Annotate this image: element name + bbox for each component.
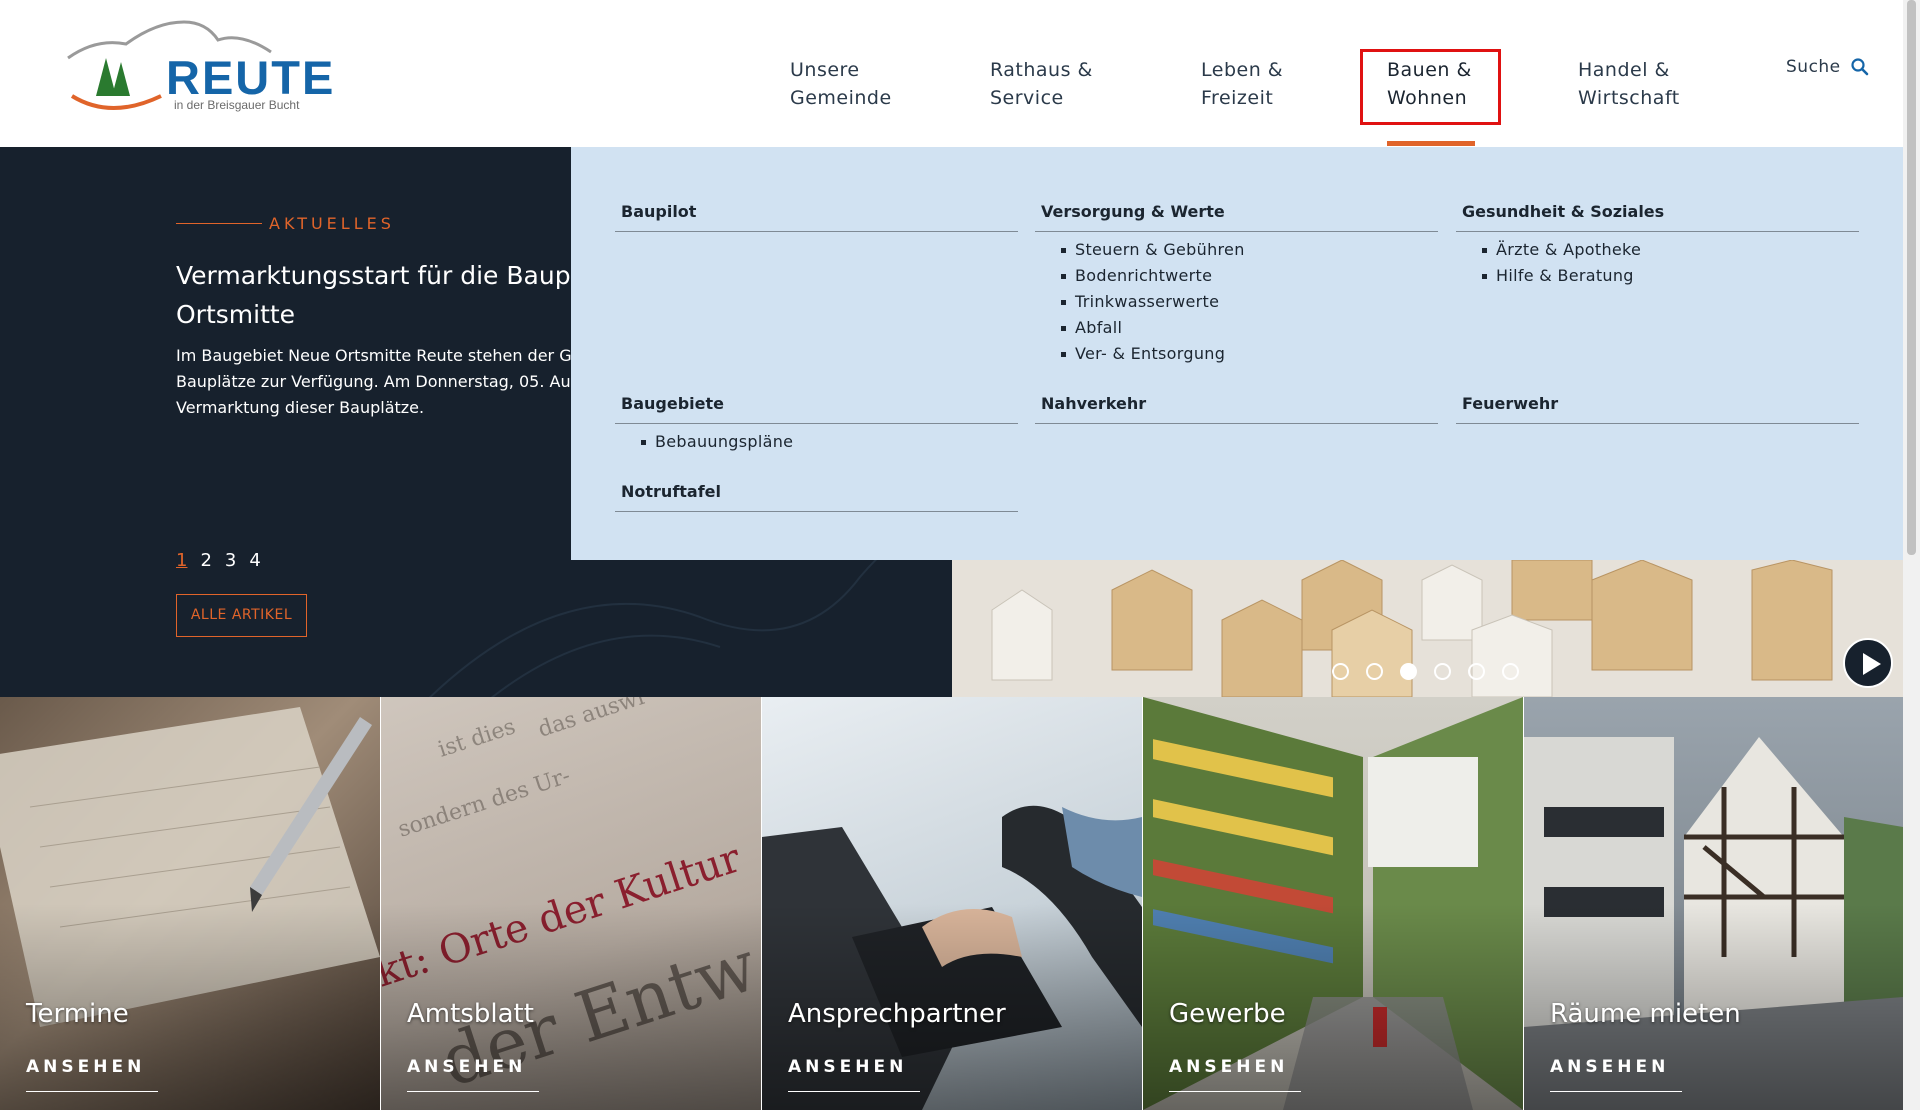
page-scrollbar[interactable]: [1903, 0, 1920, 1110]
section-label-line: [176, 223, 262, 224]
tile-raeume-mieten[interactable]: Räume mieten ANSEHEN: [1524, 697, 1903, 1110]
menu-heading-feuerwehr[interactable]: Feuerwehr: [1456, 394, 1859, 424]
logo-name: REUTE: [166, 51, 336, 104]
tile-termine[interactable]: Termine ANSEHEN: [0, 697, 380, 1110]
pager-page-1[interactable]: 1: [176, 550, 187, 571]
play-icon[interactable]: [1843, 638, 1893, 688]
menu-column-notruftafel: Notruftafel: [615, 482, 1018, 512]
menu-column-versorgung: Versorgung & Werte Steuern & Gebühren Bo…: [1035, 202, 1438, 367]
tile-title: Räume mieten: [1550, 999, 1741, 1029]
menu-item-steuern[interactable]: Steuern & Gebühren: [1035, 237, 1438, 263]
tile-view-link[interactable]: ANSEHEN: [788, 1057, 920, 1092]
slider-dot-1[interactable]: [1332, 663, 1349, 680]
nav-leben-freizeit[interactable]: Leben & Freizeit: [1201, 56, 1283, 112]
tile-view-link[interactable]: ANSEHEN: [26, 1057, 158, 1092]
menu-item-bodenrichtwerte[interactable]: Bodenrichtwerte: [1035, 263, 1438, 289]
model-houses-illustration: [952, 560, 1903, 697]
nav-unsere-gemeinde[interactable]: Unsere Gemeinde: [790, 56, 892, 112]
menu-heading-nahverkehr[interactable]: Nahverkehr: [1035, 394, 1438, 424]
menu-item-aerzte-apotheke[interactable]: Ärzte & Apotheke: [1456, 237, 1859, 263]
menu-item-abfall[interactable]: Abfall: [1035, 315, 1438, 341]
tile-title: Termine: [26, 999, 129, 1029]
mega-menu-bauen-wohnen: Baupilot Versorgung & Werte Steuern & Ge…: [571, 147, 1903, 560]
tile-amtsblatt[interactable]: ist dies das auswi sondern des Ur- kt: O…: [381, 697, 761, 1110]
slider-dot-5[interactable]: [1468, 663, 1485, 680]
menu-heading-gesundheit[interactable]: Gesundheit & Soziales: [1456, 202, 1859, 232]
search-link[interactable]: Suche: [1786, 57, 1841, 77]
menu-column-gesundheit: Gesundheit & Soziales Ärzte & Apotheke H…: [1456, 202, 1859, 289]
pager-page-3[interactable]: 3: [225, 550, 236, 571]
menu-column-baugebiete: Baugebiete Bebauungspläne: [615, 394, 1018, 455]
pager-page-4[interactable]: 4: [249, 550, 260, 571]
menu-heading-baugebiete[interactable]: Baugebiete: [615, 394, 1018, 424]
news-pager: 1234: [176, 550, 274, 571]
menu-heading-versorgung[interactable]: Versorgung & Werte: [1035, 202, 1438, 232]
tile-gewerbe[interactable]: Gewerbe ANSEHEN: [1143, 697, 1523, 1110]
tile-title: Gewerbe: [1169, 999, 1286, 1029]
site-header: REUTE in der Breisgauer Bucht Unsere Gem…: [0, 0, 1903, 147]
slider-dot-4[interactable]: [1434, 663, 1451, 680]
tile-shade: [762, 697, 1142, 1110]
active-nav-underline: [1387, 141, 1475, 146]
slider-dot-3[interactable]: [1400, 663, 1417, 680]
tile-title: Ansprechpartner: [788, 999, 1006, 1029]
logo-subtitle: in der Breisgauer Bucht: [174, 98, 300, 112]
menu-heading-baupilot[interactable]: Baupilot: [615, 202, 1018, 232]
all-articles-button[interactable]: ALLE ARTIKEL: [176, 594, 307, 637]
nav-handel-wirtschaft[interactable]: Handel & Wirtschaft: [1578, 56, 1680, 112]
menu-item-hilfe-beratung[interactable]: Hilfe & Beratung: [1456, 263, 1859, 289]
menu-item-ver-entsorgung[interactable]: Ver- & Entsorgung: [1035, 341, 1438, 367]
tile-shade: [381, 697, 761, 1110]
menu-item-trinkwasserwerte[interactable]: Trinkwasserwerte: [1035, 289, 1438, 315]
menu-column-baupilot: Baupilot: [615, 202, 1018, 232]
menu-item-bebauungsplaene[interactable]: Bebauungspläne: [615, 429, 1018, 455]
tile-view-link[interactable]: ANSEHEN: [1169, 1057, 1301, 1092]
tile-view-link[interactable]: ANSEHEN: [1550, 1057, 1682, 1092]
site-logo[interactable]: REUTE in der Breisgauer Bucht: [66, 18, 333, 118]
tile-title: Amtsblatt: [407, 999, 534, 1029]
active-nav-highlight-box: [1360, 49, 1501, 125]
tile-shade: [1143, 697, 1523, 1110]
menu-column-nahverkehr: Nahverkehr: [1035, 394, 1438, 424]
menu-column-feuerwehr: Feuerwehr: [1456, 394, 1859, 424]
tile-shade: [0, 697, 380, 1110]
nav-rathaus-service[interactable]: Rathaus & Service: [990, 56, 1093, 112]
slider-dot-2[interactable]: [1366, 663, 1383, 680]
menu-heading-notruftafel[interactable]: Notruftafel: [615, 482, 1018, 512]
tile-view-link[interactable]: ANSEHEN: [407, 1057, 539, 1092]
hero-image-model-houses: [952, 560, 1903, 697]
pager-page-2[interactable]: 2: [200, 550, 211, 571]
section-label: AKTUELLES: [269, 214, 395, 233]
slider-dot-6[interactable]: [1502, 663, 1519, 680]
tile-ansprechpartner[interactable]: Ansprechpartner ANSEHEN: [762, 697, 1142, 1110]
tile-shade: [1524, 697, 1903, 1110]
search-icon[interactable]: [1850, 57, 1870, 77]
scrollbar-thumb[interactable]: [1907, 0, 1916, 555]
